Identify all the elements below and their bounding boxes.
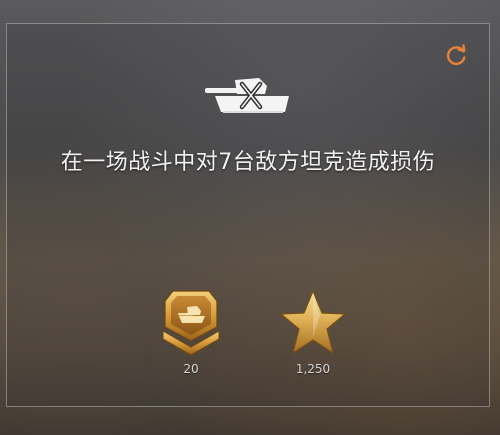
refresh-icon[interactable] <box>443 42 469 68</box>
reward-medal: 20 <box>151 287 231 376</box>
achievement-card: 在一场战斗中对7台敌方坦克造成损伤 20 1,250 <box>6 23 490 407</box>
achievement-title: 在一场战斗中对7台敌方坦克造成损伤 <box>60 150 436 175</box>
star-icon <box>280 290 346 354</box>
screen-background: 在一场战斗中对7台敌方坦克造成损伤 20 1,250 <box>0 0 500 435</box>
reward-star-value: 1,250 <box>295 362 331 376</box>
medal-badge-icon <box>162 290 220 356</box>
reward-star: 1,250 <box>273 287 353 376</box>
tank-crossed-icon <box>205 78 289 113</box>
reward-medal-value: 20 <box>183 362 199 376</box>
